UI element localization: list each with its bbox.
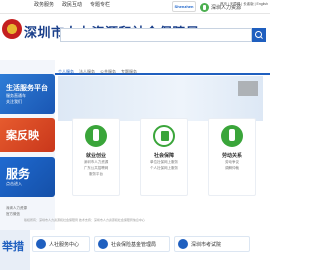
tab-personal[interactable]: 个人服务 bbox=[58, 68, 74, 76]
hero-banner bbox=[58, 76, 263, 121]
search-input[interactable] bbox=[60, 28, 252, 42]
topnav-citizen-interaction[interactable]: 政民互动 bbox=[62, 2, 82, 9]
exam-institute-button[interactable]: 深圳市考试院 bbox=[174, 236, 250, 252]
service-social-security[interactable]: 社会保障 单位社保网上服务 个人社保网上服务 bbox=[140, 118, 188, 196]
topnav-special-columns[interactable]: 专题专栏 bbox=[90, 2, 110, 9]
service-card[interactable]: 服务 点击进入 bbox=[0, 157, 55, 197]
tab-public[interactable]: 公共服务 bbox=[100, 68, 116, 76]
search-button[interactable] bbox=[252, 28, 266, 42]
service-cards: 就业创业 深圳市人力资源 广东公共招聘网 服务平台 社会保障 单位社保网上服务 … bbox=[60, 118, 270, 208]
service-labor-relations[interactable]: 劳动关系 劳动争议 调解仲裁 bbox=[208, 118, 256, 196]
hr-service-center-button[interactable]: 人社服务中心 bbox=[32, 236, 90, 252]
tab-legal-entity[interactable]: 法人服务 bbox=[79, 68, 95, 76]
top-bar: 政务服务 政民互动 专题专栏 Shenzhen 深圳人力资源 首页 | 无障碍 … bbox=[0, 0, 270, 14]
bottom-left-panel: 举措 bbox=[0, 230, 30, 270]
footer-copyright: 版权所有：深圳市人力资源和社会保障局 技术支持：深圳市人力资源和社会保障局信息中… bbox=[24, 218, 145, 222]
service-center-icon bbox=[36, 239, 46, 249]
insurance-fund-icon bbox=[98, 239, 108, 249]
banner-decoration bbox=[238, 81, 258, 96]
service-employment[interactable]: 就业创业 深圳市人力资源 广东公共招聘网 服务平台 bbox=[72, 118, 120, 196]
emblem-icon bbox=[2, 19, 22, 39]
life-service-platform-card[interactable]: 生活服务平台 服务直通车 关注我们 bbox=[0, 74, 55, 114]
topnav-government-services[interactable]: 政务服务 bbox=[34, 2, 54, 9]
service-tabs: 个人服务 法人服务 公共服务 专题服务 bbox=[58, 68, 137, 76]
bottom-links: 举措 人社服务中心 社会保险基金管理局 深圳市考试院 bbox=[0, 230, 270, 270]
shenzhen-logo[interactable]: Shenzhen bbox=[172, 1, 196, 12]
employment-icon bbox=[85, 125, 107, 147]
exam-institute-icon bbox=[178, 239, 188, 249]
tab-special[interactable]: 专题服务 bbox=[121, 68, 137, 76]
case-feedback-card[interactable]: 案反映 bbox=[0, 118, 55, 152]
hr-logo-icon bbox=[200, 2, 209, 12]
labor-relations-icon bbox=[221, 125, 243, 147]
social-insurance-fund-button[interactable]: 社会保险基金管理局 bbox=[94, 236, 170, 252]
social-security-icon bbox=[153, 125, 175, 147]
accessibility-links[interactable]: 首页 | 无障碍 | 长者版 | English bbox=[220, 2, 268, 7]
wechat-card[interactable]: 深圳人力资源 官方微信 bbox=[0, 200, 55, 226]
